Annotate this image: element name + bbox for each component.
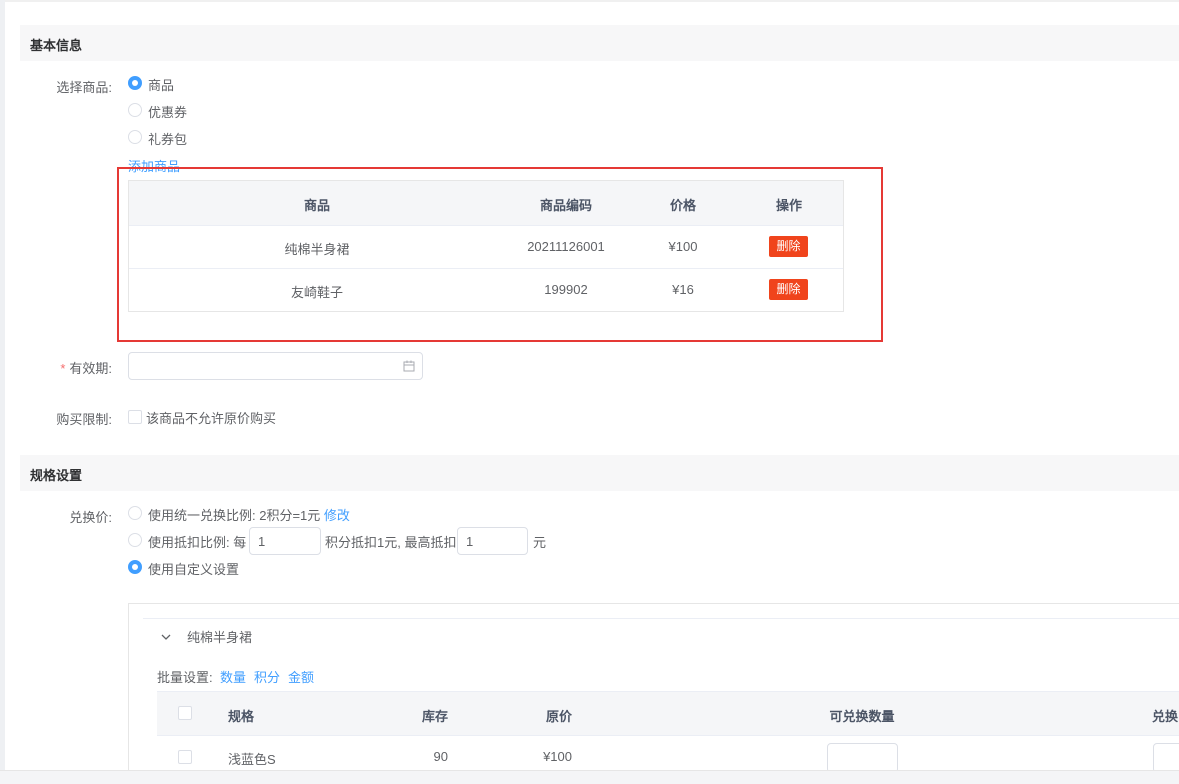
header-original-price: 原价: [545, 709, 572, 724]
radio-coupon[interactable]: [128, 103, 142, 117]
batch-points-link[interactable]: 积分: [254, 667, 280, 686]
header-stock: 库存: [421, 709, 448, 724]
left-divider: [0, 0, 5, 784]
spec-table-header: [157, 691, 1179, 736]
radio-product-label[interactable]: 商品: [148, 75, 174, 94]
calendar-icon[interactable]: [403, 360, 415, 372]
radio-deduct-ratio[interactable]: [128, 533, 142, 547]
chevron-down-icon[interactable]: [160, 631, 172, 643]
select-all-checkbox[interactable]: [178, 706, 192, 720]
deduct-ratio-suffix: 元: [533, 535, 547, 550]
spec-row-1-name: 浅蓝色S: [228, 752, 276, 767]
max-deduct-value: 1: [466, 534, 474, 549]
exchange-price-label: 兑换价:: [69, 510, 112, 525]
batch-quantity-link[interactable]: 数量: [220, 667, 246, 686]
radio-unified-ratio[interactable]: [128, 506, 142, 520]
radio-custom-setting[interactable]: [128, 560, 142, 574]
radio-gift-package-label[interactable]: 礼券包: [148, 129, 187, 148]
panel-product-title[interactable]: 纯棉半身裙: [187, 627, 252, 646]
deduct-ratio-prefix: 使用抵扣比例: 每: [148, 535, 247, 550]
points-per-yuan-value: 1: [258, 534, 266, 549]
batch-amount-link[interactable]: 金额: [288, 667, 314, 686]
unified-ratio-label: 使用统一兑换比例: 2积分=1元: [148, 508, 321, 523]
exchangeable-qty-input[interactable]: [827, 743, 898, 773]
basic-info-section-header: 基本信息: [20, 25, 1179, 61]
row-checkbox[interactable]: [178, 750, 192, 764]
exchange-input[interactable]: [1153, 743, 1179, 773]
purchase-limit-label: 购买限制:: [56, 412, 112, 427]
custom-setting-label[interactable]: 使用自定义设置: [148, 559, 239, 578]
panel-divider: [143, 618, 1179, 619]
select-product-label: 选择商品:: [56, 80, 112, 95]
no-original-price-checkbox[interactable]: [128, 410, 142, 424]
spec-section-header: 规格设置: [20, 455, 1179, 491]
spec-row-1-price: ¥100: [543, 749, 572, 764]
radio-gift-package[interactable]: [128, 130, 142, 144]
bottom-divider: [0, 770, 1179, 784]
required-mark: *: [60, 361, 66, 376]
validity-date-input[interactable]: [128, 352, 423, 380]
max-deduct-input[interactable]: 1: [457, 527, 528, 555]
header-spec: 规格: [228, 709, 255, 724]
header-exchange: 兑换: [1152, 709, 1179, 724]
header-exchangeable-qty: 可兑换数量: [829, 709, 895, 724]
unified-ratio-text[interactable]: 使用统一兑换比例: 2积分=1元 修改: [148, 505, 350, 524]
highlight-frame: [117, 167, 883, 342]
validity-label-text: 有效期:: [69, 361, 112, 376]
spec-row-1-stock: 90: [433, 749, 448, 764]
no-original-price-text[interactable]: 该商品不允许原价购买: [146, 408, 276, 427]
modify-ratio-link[interactable]: 修改: [324, 508, 350, 523]
deduct-ratio-middle: 积分抵扣1元, 最高抵扣: [325, 535, 457, 550]
spec-section-title: 规格设置: [30, 468, 83, 483]
validity-label: * 有效期:: [40, 358, 112, 377]
top-divider: [0, 0, 1179, 2]
points-per-yuan-input[interactable]: 1: [249, 527, 321, 555]
batch-setting-label: 批量设置:: [157, 670, 213, 685]
radio-coupon-label[interactable]: 优惠券: [148, 102, 187, 121]
basic-info-title: 基本信息: [30, 38, 83, 53]
radio-product[interactable]: [128, 76, 142, 90]
